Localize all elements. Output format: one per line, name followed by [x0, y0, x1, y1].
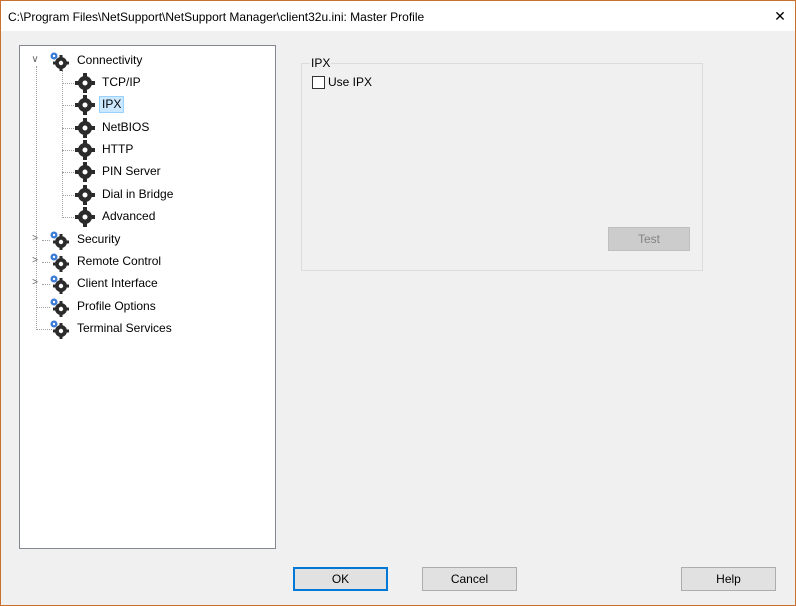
- close-icon: ✕: [774, 8, 786, 24]
- tree-line: [62, 150, 74, 151]
- gear-icon: [75, 118, 95, 138]
- tree-item-advanced[interactable]: Advanced: [20, 207, 270, 227]
- tree-item-label: PIN Server: [102, 164, 161, 178]
- tree-item-label: Security: [77, 232, 121, 246]
- tree-line: [62, 128, 74, 129]
- tree-line: [62, 105, 74, 106]
- tree-item-profile-options[interactable]: Profile Options: [20, 297, 270, 317]
- tree-item-label: Client Interface: [77, 276, 158, 290]
- tree-item-label: NetBIOS: [102, 120, 150, 134]
- tree-item-label: Remote Control: [77, 254, 162, 268]
- chevron-right-icon[interactable]: >: [30, 255, 40, 267]
- chevron-right-icon[interactable]: >: [30, 277, 40, 289]
- gears-icon: [50, 275, 69, 294]
- use-ipx-checkbox[interactable]: [312, 76, 325, 89]
- gear-icon: [75, 140, 95, 160]
- tree-line: [62, 172, 74, 173]
- use-ipx-label[interactable]: Use IPX: [328, 75, 372, 89]
- tree-item-http[interactable]: HTTP: [20, 140, 270, 160]
- tree-item-label: TCP/IP: [102, 75, 141, 89]
- gears-icon: [50, 298, 69, 317]
- gear-icon: [75, 162, 95, 182]
- tree-item-tcpip[interactable]: TCP/IP: [20, 73, 270, 93]
- tree-item-remote-control[interactable]: > Remote Control: [20, 252, 270, 272]
- ipx-group-label: IPX: [310, 56, 332, 70]
- tree-item-client-interface[interactable]: > Client Interface: [20, 274, 270, 294]
- tree-item-pin-server[interactable]: PIN Server: [20, 162, 270, 182]
- gears-icon: [50, 231, 69, 250]
- tree-item-ipx[interactable]: IPX: [20, 95, 270, 115]
- gear-icon: [75, 73, 95, 93]
- tree-item-label: Dial in Bridge: [102, 187, 174, 201]
- help-button[interactable]: Help: [681, 567, 776, 591]
- chevron-right-icon[interactable]: >: [30, 233, 40, 245]
- tree-line: [62, 83, 74, 84]
- gears-icon: [50, 320, 69, 339]
- window-title: C:\Program Files\NetSupport\NetSupport M…: [8, 10, 425, 24]
- gears-icon: [50, 52, 69, 71]
- tree-line: [62, 217, 74, 218]
- close-button[interactable]: ✕: [765, 1, 795, 31]
- tree-item-dial-in-bridge[interactable]: Dial in Bridge: [20, 185, 270, 205]
- gears-icon: [50, 253, 69, 272]
- gear-icon: [75, 95, 95, 115]
- tree-item-label: Terminal Services: [77, 321, 172, 335]
- tree-line: [62, 195, 74, 196]
- tree-item-security[interactable]: > Security: [20, 230, 270, 250]
- tree-item-label: Profile Options: [77, 299, 156, 313]
- tree-item-connectivity[interactable]: ∨ Connectivity: [20, 51, 270, 71]
- tree-item-netbios[interactable]: NetBIOS: [20, 118, 270, 138]
- ok-button[interactable]: OK: [293, 567, 388, 591]
- settings-tree[interactable]: ∨ Connectivity TCP/IP IPX NetBIOS HTTP P…: [19, 45, 276, 549]
- tree-item-label: IPX: [99, 96, 125, 113]
- tree-item-label: Advanced: [102, 209, 156, 223]
- tree-item-label: Connectivity: [77, 53, 143, 67]
- chevron-down-icon[interactable]: ∨: [30, 54, 40, 66]
- gear-icon: [75, 207, 95, 227]
- title-bar: C:\Program Files\NetSupport\NetSupport M…: [1, 1, 795, 31]
- gear-icon: [75, 185, 95, 205]
- tree-item-label: HTTP: [102, 142, 134, 156]
- profile-dialog: C:\Program Files\NetSupport\NetSupport M…: [0, 0, 796, 606]
- test-button[interactable]: Test: [608, 227, 690, 251]
- cancel-button[interactable]: Cancel: [422, 567, 517, 591]
- tree-item-terminal-services[interactable]: Terminal Services: [20, 319, 270, 339]
